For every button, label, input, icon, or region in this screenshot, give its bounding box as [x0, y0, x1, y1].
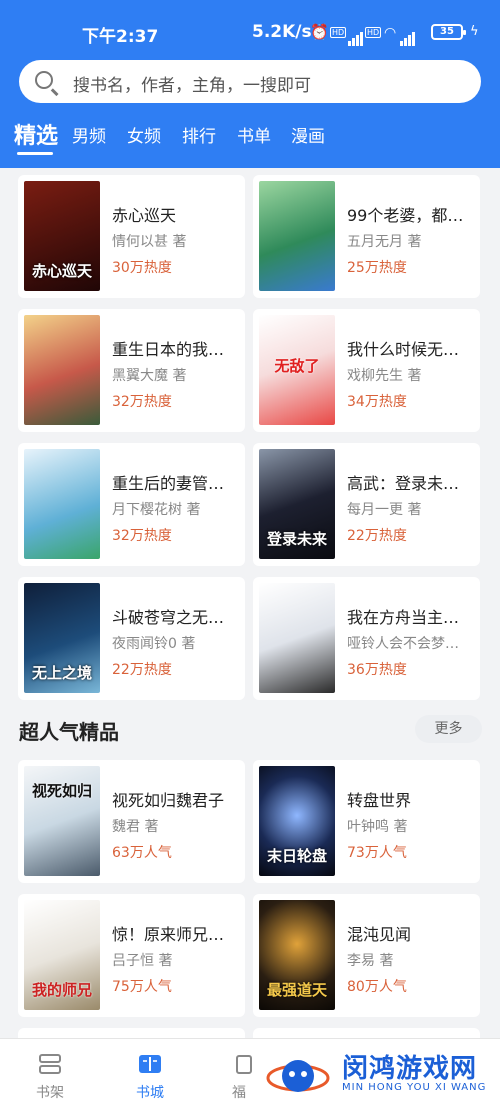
- search-placeholder: 搜书名，作者，主角，一搜即可: [73, 76, 311, 96]
- book-cover: [259, 583, 335, 693]
- book-card[interactable]: 重生日本的我… 黑翼大魔 著 32万热度: [18, 309, 245, 432]
- book-title: 高武：登录未…: [347, 474, 460, 493]
- status-time: 下午2:37: [82, 27, 159, 47]
- book-title: 惊！原来师兄…: [112, 925, 225, 944]
- book-card[interactable]: 赤心巡天 赤心巡天 情何以甚 著 30万热度: [18, 175, 245, 298]
- book-author: 吕子恒 著: [112, 953, 173, 969]
- book-author: 每月一更 著: [347, 502, 422, 518]
- tab-comics[interactable]: 漫画: [291, 122, 325, 147]
- book-card[interactable]: 最强道天 混沌见闻 李易 著 80万人气: [253, 894, 480, 1017]
- search-bar[interactable]: 搜书名，作者，主角，一搜即可: [19, 60, 481, 103]
- book-card[interactable]: 视死如归 视死如归魏君子 魏君 著 63万人气: [18, 760, 245, 883]
- watermark: 闵鸿游戏网 MIN HONG YOU XI WANG: [262, 1046, 500, 1106]
- wifi-icon: ◠: [384, 25, 397, 41]
- book-author: 戏柳先生 著: [347, 368, 422, 384]
- nav-label: 书城: [136, 1085, 164, 1101]
- status-bar: 下午2:37 5.2K/s ⏰ HD HD ◠ 35 ϟ: [0, 0, 500, 58]
- book-heat: 32万热度: [112, 528, 172, 544]
- book-cover: 我的师兄: [24, 900, 100, 1010]
- book-heat: 22万热度: [347, 528, 407, 544]
- book-cover: 登录未来: [259, 449, 335, 559]
- book-title: 重生日本的我…: [112, 340, 225, 359]
- book-card[interactable]: 我的师兄 惊！原来师兄… 吕子恒 著 75万人气: [18, 894, 245, 1017]
- book-cover: 赤心巡天: [24, 181, 100, 291]
- book-card[interactable]: 99个老婆，都… 五月无月 著 25万热度: [253, 175, 480, 298]
- book-heat: 25万热度: [347, 260, 407, 276]
- charging-icon: ϟ: [470, 24, 479, 39]
- tab-male[interactable]: 男频: [72, 122, 106, 147]
- book-card[interactable]: 登录未来 高武：登录未… 每月一更 著 22万热度: [253, 443, 480, 566]
- book-card[interactable]: 无上之境 斗破苍穹之无… 夜雨闻铃0 著 22万热度: [18, 577, 245, 700]
- nav-label: 福: [232, 1085, 246, 1101]
- book-heat: 73万人气: [347, 845, 407, 861]
- book-title: 我在方舟当主…: [347, 608, 460, 627]
- book-cover: 无敌了: [259, 315, 335, 425]
- book-author: 魏君 著: [112, 819, 159, 835]
- book-card[interactable]: 无敌了 我什么时候无… 戏柳先生 著 34万热度: [253, 309, 480, 432]
- book-title: 99个老婆，都…: [347, 206, 464, 225]
- book-title: 混沌见闻: [347, 925, 412, 944]
- book-heat: 34万热度: [347, 394, 407, 410]
- book-author: 李易 著: [347, 953, 394, 969]
- tab-female[interactable]: 女频: [127, 122, 161, 147]
- category-tabs: 精选 男频 女频 排行 书单 漫画: [0, 118, 500, 158]
- book-author: 月下樱花树 著: [112, 502, 201, 518]
- nav-welfare[interactable]: 福: [195, 1039, 255, 1111]
- book-heat: 80万人气: [347, 979, 407, 995]
- book-title: 斗破苍穹之无…: [112, 608, 225, 627]
- tab-featured[interactable]: 精选: [14, 118, 58, 150]
- tab-ranking[interactable]: 排行: [182, 122, 216, 147]
- signal-icon: [348, 26, 364, 46]
- book-author: 哑铃人会不会梦…: [347, 636, 459, 652]
- book-title: 视死如归魏君子: [112, 791, 225, 810]
- book-cover: [24, 315, 100, 425]
- book-title: 转盘世界: [347, 791, 412, 810]
- watermark-text: 闵鸿游戏网: [342, 1054, 478, 1084]
- nav-label: 书架: [36, 1085, 64, 1101]
- top-header: 下午2:37 5.2K/s ⏰ HD HD ◠ 35 ϟ 搜书名，作者，主角，一…: [0, 0, 500, 168]
- watermark-logo-icon: [266, 1060, 330, 1092]
- book-cover: 视死如归: [24, 766, 100, 876]
- book-card[interactable]: 我在方舟当主… 哑铃人会不会梦… 36万热度: [253, 577, 480, 700]
- book-card[interactable]: 重生后的妻管… 月下樱花树 著 32万热度: [18, 443, 245, 566]
- book-heat: 32万热度: [112, 394, 172, 410]
- bookshelf-icon: [39, 1054, 61, 1074]
- book-heat: 75万人气: [112, 979, 172, 995]
- book-author: 夜雨闻铃0 著: [112, 636, 196, 652]
- section-title: 超人气精品: [19, 720, 119, 744]
- book-heat: 36万热度: [347, 662, 407, 678]
- book-title: 我什么时候无…: [347, 340, 460, 359]
- book-cover: 最强道天: [259, 900, 335, 1010]
- signal-icon-2: [400, 26, 416, 46]
- welfare-icon: [236, 1055, 252, 1074]
- book-heat: 22万热度: [112, 662, 172, 678]
- book-author: 五月无月 著: [347, 234, 422, 250]
- book-cover: 无上之境: [24, 583, 100, 693]
- book-title: 赤心巡天: [112, 206, 177, 225]
- book-author: 黑翼大魔 著: [112, 368, 187, 384]
- active-tab-indicator: [17, 152, 53, 155]
- more-button[interactable]: 更多: [415, 715, 482, 743]
- tab-booklist[interactable]: 书单: [237, 122, 271, 147]
- book-heat: 63万人气: [112, 845, 172, 861]
- book-cover: 末日轮盘: [259, 766, 335, 876]
- book-author: 情何以甚 著: [112, 234, 187, 250]
- book-cover: [24, 449, 100, 559]
- hd-icon: HD: [330, 27, 347, 38]
- alarm-icon: ⏰: [310, 23, 329, 41]
- book-cover: [259, 181, 335, 291]
- book-card[interactable]: 末日轮盘 转盘世界 叶钟鸣 著 73万人气: [253, 760, 480, 883]
- search-icon: [35, 71, 53, 89]
- watermark-subtext: MIN HONG YOU XI WANG: [342, 1082, 487, 1093]
- bookstore-icon: [139, 1055, 161, 1073]
- book-title: 重生后的妻管…: [112, 474, 225, 493]
- book-heat: 30万热度: [112, 260, 172, 276]
- book-author: 叶钟鸣 著: [347, 819, 408, 835]
- battery-icon: 35: [431, 24, 466, 40]
- nav-bookstore[interactable]: 书城: [100, 1039, 200, 1111]
- nav-bookshelf[interactable]: 书架: [0, 1039, 100, 1111]
- network-speed: 5.2K/s: [252, 22, 312, 42]
- hd-icon-2: HD: [365, 27, 382, 38]
